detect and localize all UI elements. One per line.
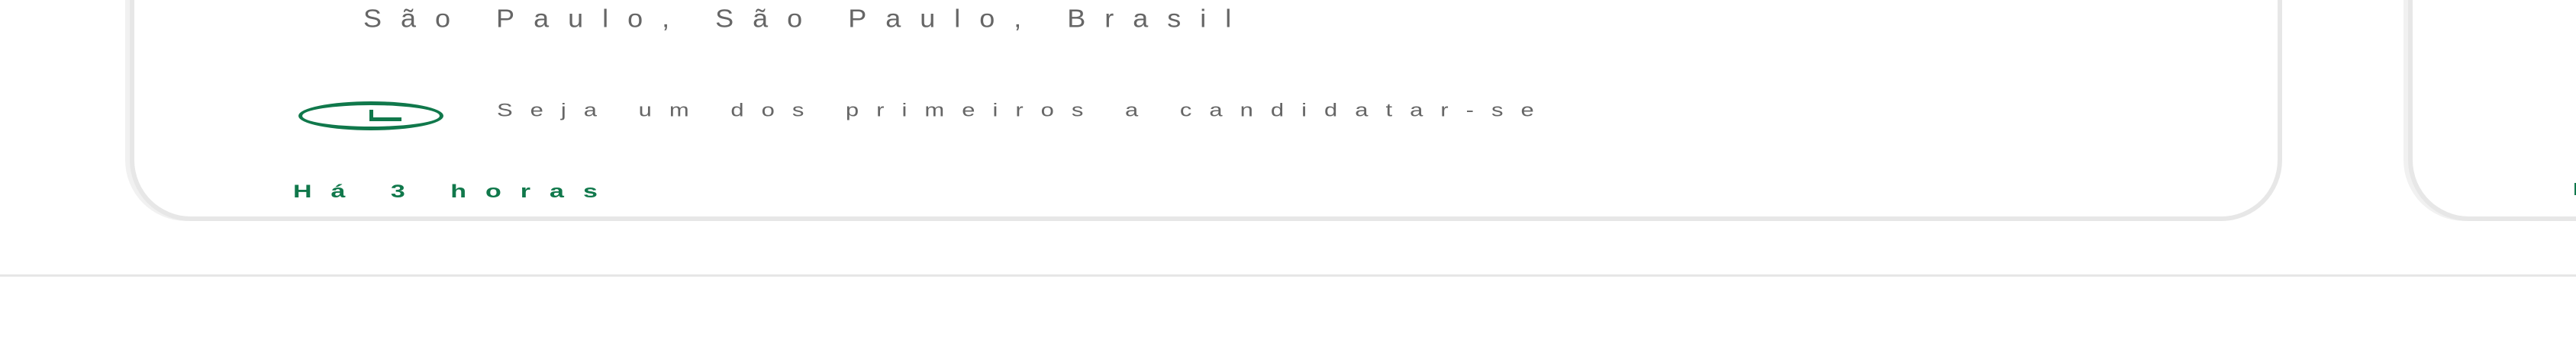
early-applicant-hint: Seja um dos primeiros a candidatar-se bbox=[298, 101, 1794, 130]
posted-time: Há 3 horas bbox=[293, 181, 617, 202]
job-results-carousel: São Paulo, São Paulo, Brasil Seja um dos… bbox=[0, 0, 2576, 274]
section-divider bbox=[0, 274, 2576, 277]
next-job-card[interactable] bbox=[2408, 0, 2576, 221]
job-location: São Paulo, São Paulo, Brasil bbox=[363, 4, 1251, 33]
early-applicant-text: Seja um dos primeiros a candidatar-se bbox=[497, 99, 1552, 120]
job-card[interactable]: São Paulo, São Paulo, Brasil Seja um dos… bbox=[130, 0, 2282, 221]
clock-icon bbox=[298, 101, 443, 130]
